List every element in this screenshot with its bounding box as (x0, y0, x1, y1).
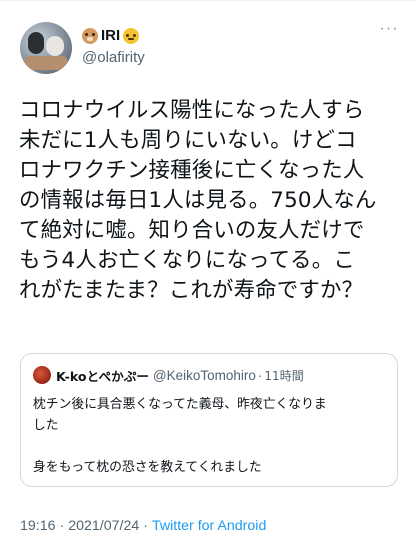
tweet-text-line: て絶対に嘘。知り合いの友人だけで (19, 218, 365, 243)
quoted-tweet-header: K-koとぺかぷー @KeikoTomohiro · 11時間 (33, 366, 304, 384)
dog-face-icon (82, 28, 98, 44)
cat-face-icon (123, 28, 140, 44)
quoted-text-line: 身をもって枕の恐さを教えてくれました (33, 460, 262, 475)
tweet-date[interactable]: 2021/07/24 (68, 518, 139, 534)
tweet-text-line: れがたまたま？これが寿命ですか？ (19, 278, 364, 303)
tweet-time[interactable]: 19:16 (20, 518, 56, 534)
tweet-text-line: もう4人お亡くなりになってる。こ (19, 248, 355, 273)
quoted-timestamp: 11時間 (264, 368, 304, 383)
author-name-row[interactable]: IRI (82, 26, 140, 46)
quoted-author-name: K-koとぺかぷー (56, 368, 149, 384)
author-display-name[interactable]: IRI (101, 26, 120, 46)
meta-separator: · (143, 518, 148, 534)
quoted-separator: · (257, 367, 263, 383)
tweet-client-link[interactable]: Twitter for Android (152, 518, 266, 534)
tweet-text-line: コロナウイルス陽性になった人すら (19, 98, 365, 123)
quoted-tweet-card[interactable]: K-koとぺかぷー @KeikoTomohiro · 11時間 枕チン後に具合悪… (20, 353, 398, 487)
quoted-author-handle: @KeikoTomohiro (152, 367, 256, 383)
tweet-text: コロナウイルス陽性になった人すら 未だに1人も周りにいない。けどコ ロナワクチン… (19, 96, 401, 306)
author-avatar[interactable] (20, 22, 72, 74)
author-handle[interactable]: @olafirity (82, 48, 145, 68)
quoted-text-line: 枕チン後に具合悪くなってた義母、昨夜亡くなりま (33, 397, 327, 412)
tweet-text-line: ロナワクチン接種後に亡くなった人 (19, 158, 365, 183)
top-divider (0, 0, 416, 1)
quoted-text-line: した (33, 418, 59, 433)
tweet-text-line: 未だに1人も周りにいない。けどコ (19, 128, 357, 153)
meta-separator: · (59, 518, 65, 534)
quoted-tweet-text: 枕チン後に具合悪くなってた義母、昨夜亡くなりま した 身をもって枕の恐さを教えて… (33, 394, 387, 478)
tweet-header: IRI @olafirity ··· (20, 21, 400, 78)
tweet-meta: 19:16 · 2021/07/24 · Twitter for Android (20, 518, 266, 534)
quoted-text-line (33, 436, 387, 457)
tweet-text-line: の情報は毎日1人は見る。750人なん (19, 188, 377, 213)
more-options-icon[interactable]: ··· (378, 21, 400, 42)
quoted-author-avatar (33, 366, 51, 384)
